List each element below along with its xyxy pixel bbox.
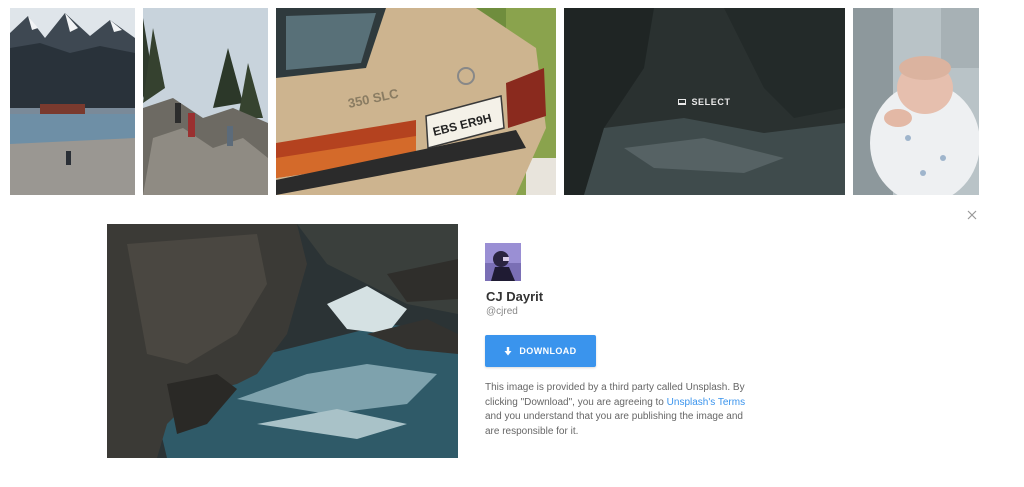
gallery-tile-vintage-car[interactable]: 350 SLC EBS ER9H [276, 8, 556, 195]
download-label: DOWNLOAD [519, 346, 577, 356]
close-icon [967, 210, 977, 220]
monitor-icon [678, 98, 687, 105]
gallery-tile-newborn[interactable] [853, 8, 979, 195]
close-button[interactable] [964, 207, 980, 223]
disclaimer-text: This image is provided by a third party … [485, 381, 760, 439]
selected-image-preview [107, 224, 458, 458]
select-label: SELECT [691, 96, 731, 107]
download-button[interactable]: DOWNLOAD [485, 335, 596, 367]
download-arrow-icon [504, 346, 512, 356]
author-name[interactable]: CJ Dayrit [486, 289, 543, 304]
select-overlay[interactable]: SELECT [564, 8, 845, 195]
disclaimer-suffix: and you understand that you are publishi… [485, 411, 743, 437]
gallery-tile-hikers[interactable] [143, 8, 268, 195]
unsplash-terms-link[interactable]: Unsplash's Terms [667, 397, 745, 408]
author-avatar-image [485, 243, 521, 281]
avatar[interactable] [485, 243, 521, 281]
mountain-lake-image [10, 8, 135, 195]
gallery-tile-mountain-lake[interactable] [10, 8, 135, 195]
vintage-car-image: 350 SLC EBS ER9H [276, 8, 556, 195]
hikers-image [143, 8, 268, 195]
newborn-image [853, 8, 979, 195]
gallery-tile-sea-cliffs[interactable]: SELECT [564, 8, 845, 195]
author-handle[interactable]: @cjred [486, 306, 518, 317]
sea-cliffs-image [107, 224, 458, 458]
